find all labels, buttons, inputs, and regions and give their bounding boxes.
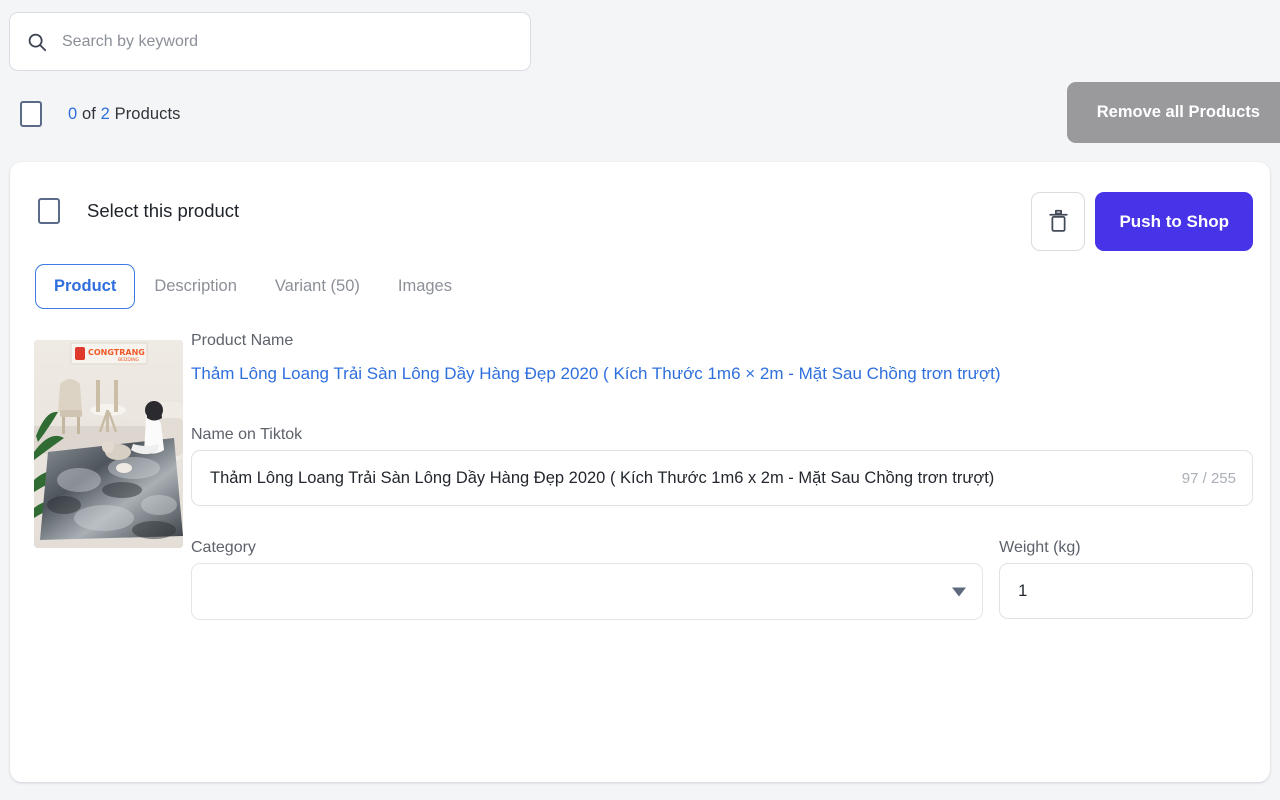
weight-label: Weight (kg): [999, 539, 1081, 556]
select-product-label: Select this product: [87, 200, 240, 221]
tiktok-name-counter: 97 / 255: [1181, 469, 1236, 487]
tab-description[interactable]: Description: [135, 264, 256, 309]
product-name-label: Product Name: [191, 332, 294, 349]
tab-variant[interactable]: Variant (50): [256, 264, 379, 309]
products-text: Products: [114, 104, 181, 123]
product-tabs: Product Description Variant (50) Images: [35, 264, 471, 309]
search-bar[interactable]: [9, 12, 531, 71]
svg-text:BEDDING: BEDDING: [118, 357, 140, 363]
product-card: Select this product Push to Shop Product: [10, 162, 1270, 782]
weight-input[interactable]: [1016, 580, 1236, 602]
category-weight-row: Category Weight (kg): [191, 539, 1253, 620]
category-label: Category: [191, 539, 256, 556]
product-count-label: 0 of 2 Products: [68, 105, 181, 124]
category-field: Category: [191, 539, 984, 620]
category-select[interactable]: [191, 563, 984, 620]
card-actions: Push to Shop: [1031, 192, 1253, 251]
remove-all-products-button[interactable]: Remove all Products: [1066, 82, 1280, 143]
search-icon: [26, 31, 48, 53]
chevron-down-icon: [952, 587, 967, 596]
tiktok-name-input[interactable]: [208, 467, 1170, 489]
tiktok-name-label: Name on Tiktok: [191, 426, 303, 443]
search-input[interactable]: [60, 31, 514, 52]
weight-field: Weight (kg): [999, 539, 1253, 619]
push-to-shop-button[interactable]: Push to Shop: [1095, 192, 1253, 251]
product-name-field: Product Name Thảm Lông Loang Trải Sàn Lô…: [191, 332, 1253, 384]
tiktok-name-field: Name on Tiktok 97 / 255: [191, 426, 1253, 506]
tiktok-name-input-wrapper[interactable]: 97 / 255: [191, 450, 1253, 506]
tab-images[interactable]: Images: [379, 264, 471, 309]
select-all-checkbox[interactable]: [20, 101, 42, 127]
trash-icon: [1048, 209, 1069, 234]
product-thumbnail: CONGTRANG BEDDING: [34, 340, 183, 548]
svg-text:CONGTRANG: CONGTRANG: [88, 348, 145, 357]
select-this-product-row[interactable]: Select this product: [38, 198, 239, 224]
select-product-checkbox[interactable]: [38, 198, 60, 224]
app-root: 0 of 2 Products Remove all Products Sele…: [0, 0, 1280, 800]
weight-input-wrapper[interactable]: [999, 563, 1253, 619]
product-fields: Product Name Thảm Lông Loang Trải Sàn Lô…: [191, 312, 1253, 620]
delete-product-button[interactable]: [1031, 192, 1086, 251]
tab-product[interactable]: Product: [35, 264, 136, 309]
product-card-header: Select this product Push to Shop Product: [10, 162, 1270, 309]
of-text: of: [81, 104, 96, 123]
total-count: 2: [100, 104, 110, 123]
selected-count: 0: [68, 104, 78, 123]
product-name-link[interactable]: Thảm Lông Loang Trải Sàn Lông Dầy Hàng Đ…: [191, 364, 1253, 384]
